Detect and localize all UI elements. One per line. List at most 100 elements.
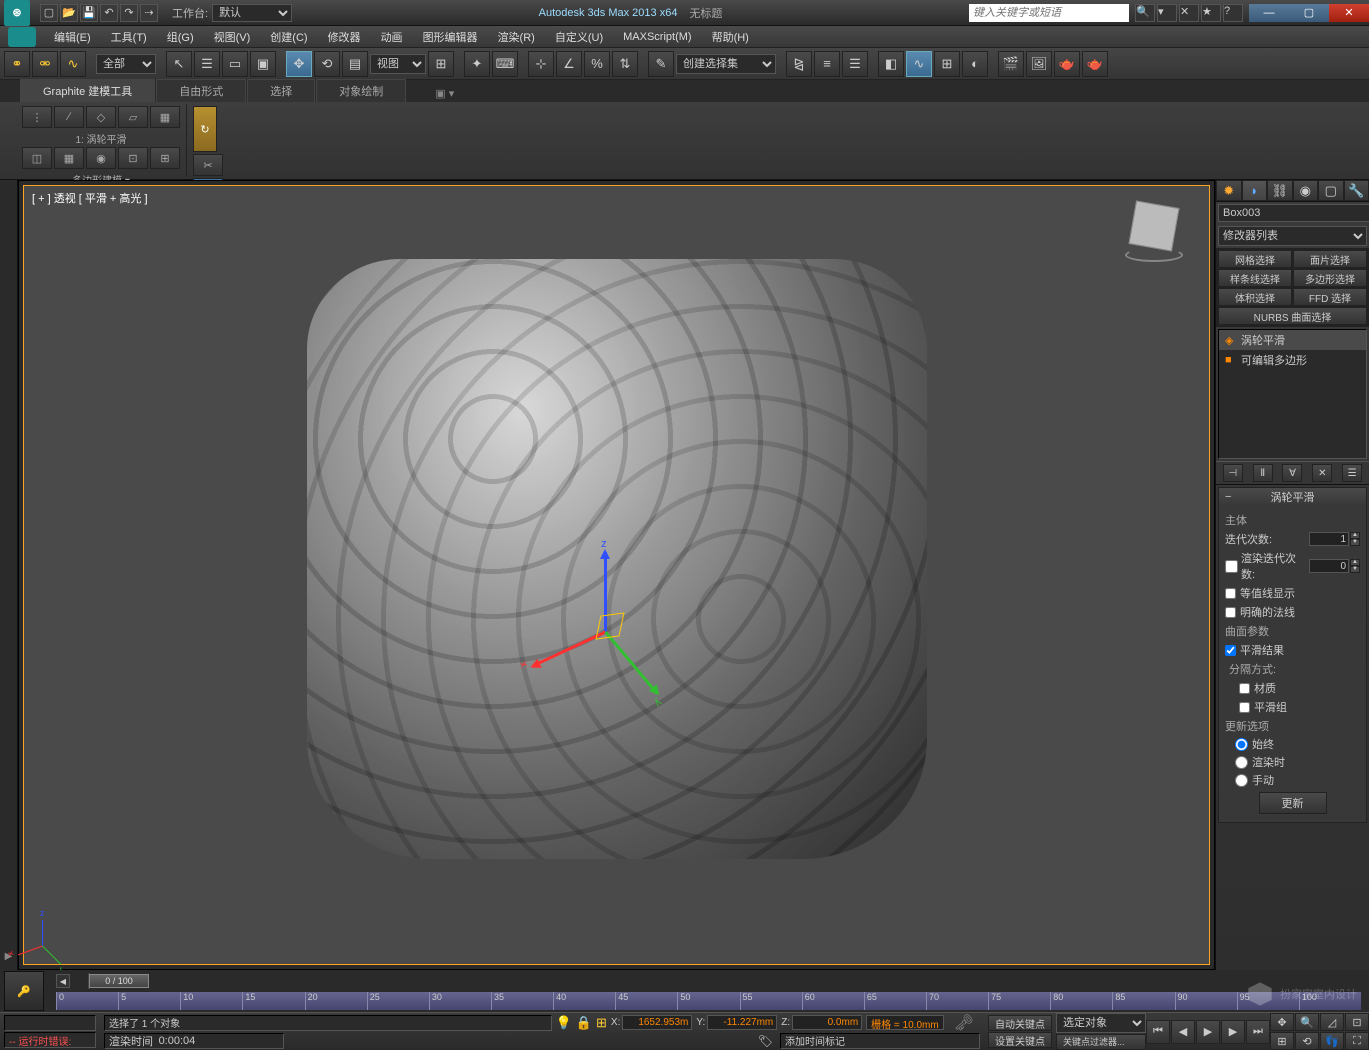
use-softsel-icon[interactable]: ◉ [86, 147, 116, 169]
menu-modifiers[interactable]: 修改器 [318, 27, 371, 47]
mirror-icon[interactable]: ⧎ [786, 51, 812, 77]
menu-tools[interactable]: 工具(T) [101, 27, 157, 47]
key-filters-button[interactable]: 关键点过滤器... [1056, 1034, 1146, 1050]
ffd-select-button[interactable]: FFD 选择 [1293, 288, 1367, 306]
zoom-all-icon[interactable]: ⊞ [1270, 1032, 1294, 1050]
constraint-icon[interactable]: ⊡ [118, 147, 148, 169]
set-key-big-button[interactable]: 🔑 [4, 971, 44, 1011]
maxscript-mini-listener[interactable] [4, 1015, 96, 1031]
zoom-extents-icon[interactable]: ⊡ [1345, 1013, 1369, 1031]
iterations-spinner[interactable]: ▲▼ [1309, 532, 1360, 546]
modifier-list-dropdown[interactable]: 修改器列表 [1218, 226, 1367, 246]
named-selection-dropdown[interactable]: 创建选择集 [676, 54, 776, 74]
spline-select-button[interactable]: 样条线选择 [1218, 269, 1292, 287]
render-frame-icon[interactable]: 🖼 [1026, 51, 1052, 77]
hierarchy-tab-icon[interactable]: ⛓ [1267, 180, 1293, 201]
goto-start-icon[interactable]: ⏮ [1146, 1020, 1170, 1044]
render-iters-spinner[interactable]: ▲▼ [1309, 559, 1360, 573]
menu-group[interactable]: 组(G) [157, 27, 204, 47]
make-unique-icon[interactable]: ∀ [1282, 464, 1302, 482]
subobj-border-icon[interactable]: ◇ [86, 106, 116, 128]
update-manual-radio[interactable] [1235, 774, 1248, 787]
lock-selection-icon[interactable]: 🔒 [576, 1015, 592, 1031]
coord-x-input[interactable] [622, 1015, 692, 1030]
minimize-button[interactable]: — [1249, 4, 1289, 22]
select-by-name-icon[interactable]: ☰ [194, 51, 220, 77]
spinner-snap-icon[interactable]: ⇅ [612, 51, 638, 77]
by-material-checkbox[interactable] [1239, 683, 1250, 694]
snap-angle-icon[interactable]: ∠ [556, 51, 582, 77]
by-smoothgroup-checkbox[interactable] [1239, 702, 1250, 713]
motion-tab-icon[interactable]: ◉ [1293, 180, 1319, 201]
object-name-input[interactable] [1218, 204, 1369, 222]
remove-mod-icon[interactable]: ✕ [1312, 464, 1332, 482]
render-setup-icon[interactable]: 🎬 [998, 51, 1024, 77]
display-tab-icon[interactable]: ▢ [1318, 180, 1344, 201]
time-ruler[interactable]: 0510152025303540455055606570758085909510… [56, 992, 1361, 1010]
walk-icon[interactable]: 👣 [1320, 1032, 1344, 1050]
transform-gizmo[interactable] [604, 631, 605, 632]
pan-icon[interactable]: ✥ [1270, 1013, 1294, 1031]
new-icon[interactable]: ▢ [40, 4, 58, 22]
signin-icon[interactable]: ▾ [1157, 4, 1177, 22]
auto-key-button[interactable]: 自动关键点 [988, 1015, 1052, 1031]
redo-icon[interactable]: ↷ [120, 4, 138, 22]
menu-customize[interactable]: 自定义(U) [545, 27, 613, 47]
keyboard-shortcut-icon[interactable]: ⌨ [492, 51, 518, 77]
isoline-checkbox[interactable] [1225, 588, 1236, 599]
menu-edit[interactable]: 编辑(E) [44, 27, 101, 47]
modifier-turbosmooth[interactable]: ◈涡轮平滑 [1219, 330, 1366, 350]
viewcube-cube-icon[interactable] [1129, 201, 1180, 252]
coord-y-input[interactable] [707, 1015, 777, 1030]
coord-z-input[interactable] [792, 1015, 862, 1030]
ribbon-tab-graphite[interactable]: Graphite 建模工具 [20, 79, 155, 102]
render-iters-checkbox[interactable] [1225, 560, 1238, 573]
time-prev-icon[interactable]: ◀ [56, 974, 70, 988]
select-move-icon[interactable]: ✥ [286, 51, 312, 77]
coord-display-icon[interactable]: ⊞ [596, 1015, 607, 1031]
time-tag-icon[interactable]: 🏷 [758, 1034, 773, 1048]
goto-end-icon[interactable]: ⏭ [1246, 1020, 1270, 1044]
perspective-viewport[interactable]: [ + ] 透视 [ 平滑 + 高光 ] [23, 185, 1210, 965]
ribbon-collapse-button[interactable]: ▣ ▾ [427, 85, 462, 102]
align-icon[interactable]: ≡ [814, 51, 840, 77]
set-key-button[interactable]: 设置关键点 [988, 1032, 1052, 1048]
poly-select-button[interactable]: 多边形选择 [1293, 269, 1367, 287]
named-sel-edit-icon[interactable]: ✎ [648, 51, 674, 77]
viewcube-ring-icon[interactable] [1125, 248, 1183, 262]
ribbon-tab-selection[interactable]: 选择 [247, 79, 315, 102]
mesh-select-button[interactable]: 网格选择 [1218, 250, 1292, 268]
undo-icon[interactable]: ↶ [100, 4, 118, 22]
render-iterative-icon[interactable]: 🫖 [1082, 51, 1108, 77]
zoom-icon[interactable]: 🔍 [1295, 1013, 1319, 1031]
select-scale-icon[interactable]: ▤ [342, 51, 368, 77]
toggle-cage-icon[interactable]: ▦ [54, 147, 84, 169]
bind-spacewarp-icon[interactable]: ∿ [60, 51, 86, 77]
spinner-up-icon[interactable]: ▲ [1350, 532, 1360, 539]
update-button[interactable]: 更新 [1259, 792, 1327, 814]
time-slider-track[interactable]: 0 / 100 [88, 973, 90, 989]
ribbon-tab-object-paint[interactable]: 对象绘制 [316, 79, 406, 102]
menu-rendering[interactable]: 渲染(R) [488, 27, 545, 47]
selection-filter-dropdown[interactable]: 全部 [96, 54, 156, 74]
save-icon[interactable]: 💾 [80, 4, 98, 22]
material-editor-icon[interactable]: ◐ [962, 51, 988, 77]
schematic-view-icon[interactable]: ⊞ [934, 51, 960, 77]
search-icon[interactable]: 🔍 [1135, 4, 1155, 22]
show-end-result-icon[interactable]: Ⅱ [1253, 464, 1273, 482]
menu-views[interactable]: 视图(V) [204, 27, 261, 47]
menu-maxscript[interactable]: MAXScript(M) [613, 29, 701, 45]
next-frame-icon[interactable]: ▶ [1221, 1020, 1245, 1044]
preserve-uvs-icon[interactable]: ⊞ [150, 147, 180, 169]
modifier-stack[interactable]: ◈涡轮平滑 ■可编辑多边形 [1218, 329, 1367, 459]
expand-icon[interactable]: ■ [1225, 354, 1237, 366]
open-icon[interactable]: 📂 [60, 4, 78, 22]
use-center-icon[interactable]: ⊞ [428, 51, 454, 77]
exchange-icon[interactable]: ✕ [1179, 4, 1199, 22]
close-button[interactable]: ✕ [1329, 4, 1369, 22]
scene-object-box003[interactable] [307, 259, 927, 859]
ribbon-preset-label[interactable]: 1: 涡轮平滑 [22, 130, 180, 147]
select-manipulate-icon[interactable]: ✦ [464, 51, 490, 77]
orbit-icon[interactable]: ⟲ [1295, 1032, 1319, 1050]
app-menu-button[interactable]: ⊛ [4, 0, 30, 26]
